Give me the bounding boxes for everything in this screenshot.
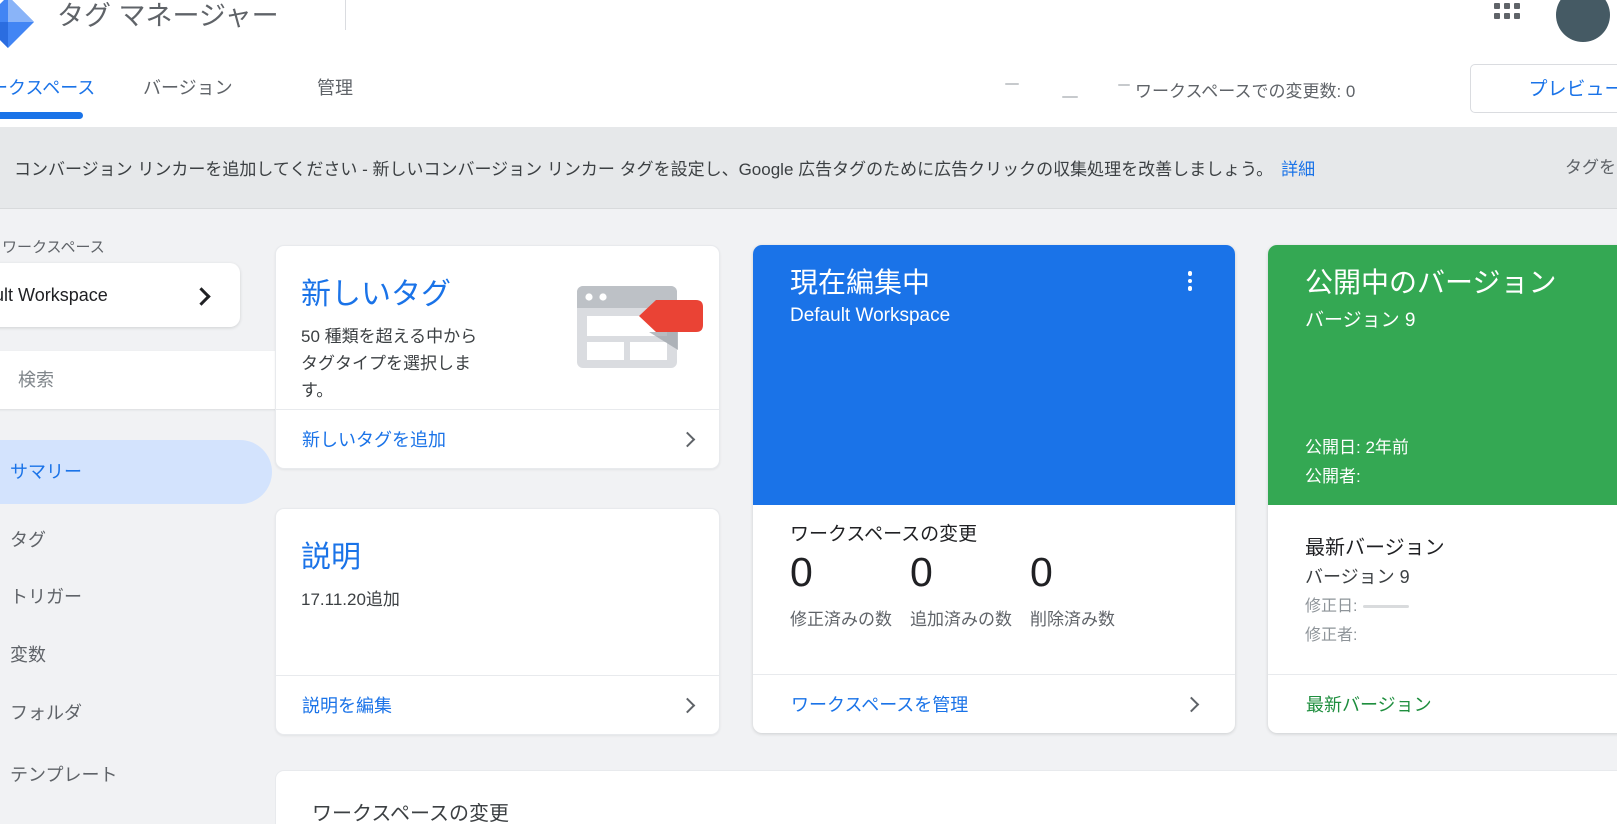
workspace-changes-table-title: ワークスペースの変更 [312,797,509,824]
sidebar-item-folders[interactable]: フォルダ [0,693,82,733]
tab-versions[interactable]: バージョン [143,74,233,100]
title-divider [345,0,346,30]
gtm-app: タグ マネージャー ワークスペース バージョン 管理 ワークスペースでの変更数:… [0,0,1617,824]
published-version-header: 公開中のバージョン バージョン 9 公開日: 2年前 公開者: [1268,245,1617,505]
modifier: 修正者: [1305,621,1410,650]
banner-add-tag-button[interactable]: タグを [1565,153,1616,178]
gtm-logo-icon[interactable] [0,0,42,53]
add-new-tag-link[interactable]: 新しいタグを追加 [302,426,446,452]
chevron-right-icon [192,287,210,305]
published-version-number: バージョン 9 [1305,305,1415,332]
latest-version-link[interactable]: 最新バージョン [1306,691,1432,717]
editing-card-footer[interactable]: ワークスペースを管理 [753,674,1235,733]
tab-workspace[interactable]: ワークスペース [0,74,95,100]
publisher: 公開者: [1305,462,1409,491]
description-footer[interactable]: 説明を編集 [276,675,719,734]
active-tab-underline [0,112,83,119]
chevron-right-icon [680,431,696,447]
preview-button[interactable]: プレビュー [1470,64,1617,113]
banner-text: コンバージョン リンカーを追加してください - 新しいコンバージョン リンカー … [14,155,1273,180]
modified-date: 修正日: [1305,592,1410,621]
redacted-text-artifact [1005,83,1019,85]
user-avatar[interactable] [1556,0,1610,42]
search-input[interactable] [0,351,320,409]
currently-editing-title: 現在編集中 [790,261,930,301]
banner-details-link[interactable]: 詳細 [1281,155,1315,180]
manage-workspace-link[interactable]: ワークスペースを管理 [791,691,968,717]
chevron-right-icon [680,697,696,713]
kebab-menu-icon[interactable] [1181,271,1199,297]
tab-admin[interactable]: 管理 [317,74,353,100]
sidebar-item-triggers[interactable]: トリガー [0,577,82,617]
workspace-selector-name: Default Workspace [0,263,108,327]
sidebar-section-label: ワークスペース [2,236,105,257]
redacted-text-artifact [1118,84,1130,86]
published-version-card: 公開中のバージョン バージョン 9 公開日: 2年前 公開者: 最新バージョン … [1268,245,1617,733]
published-date: 公開日: 2年前 [1305,433,1409,462]
workspace-selector[interactable]: Default Workspace [0,263,240,327]
redacted-text-artifact [1062,96,1078,98]
latest-version-number: バージョン 9 [1305,563,1410,592]
published-version-meta: 公開日: 2年前 公開者: [1305,433,1409,491]
edit-description-link[interactable]: 説明を編集 [302,692,392,718]
workspace-changes-table-card: ワークスペースの変更 [275,770,1617,824]
description-title: 説明 [301,532,719,576]
workspace-changes-count: ワークスペースでの変更数: 0 [1135,77,1355,102]
description-body: 17.11.20追加 [301,586,661,613]
sidebar-item-summary[interactable]: サマリー [0,440,272,504]
currently-editing-header: 現在編集中 Default Workspace [753,245,1235,505]
sidebar-item-templates[interactable]: テンプレート [0,755,117,795]
new-tag-card: 新しいタグ 50 種類を超える中からタグタイプを選択します。 新しいタグを [275,245,720,469]
new-tag-description: 50 種類を超える中からタグタイプを選択します。 [301,323,491,405]
published-card-footer[interactable]: 最新バージョン [1268,674,1617,733]
workspace-changes-title: ワークスペースの変更 [790,519,977,546]
stat-modified: 0 修正済みの数 [790,549,892,630]
sidebar-item-variables[interactable]: 変数 [0,635,46,675]
currently-editing-workspace: Default Workspace [790,305,950,327]
stat-added: 0 追加済みの数 [910,549,1012,630]
latest-version-title: 最新バージョン [1305,531,1445,560]
main-content: ワークスペース Default Workspace サマリー タグ トリガー 変… [0,208,1617,824]
new-tag-footer[interactable]: 新しいタグを追加 [276,409,719,468]
apps-grid-icon[interactable] [1494,0,1520,19]
notification-banner: コンバージョン リンカーを追加してください - 新しいコンバージョン リンカー … [0,127,1617,209]
currently-editing-card: 現在編集中 Default Workspace ワークスペースの変更 0 修正済… [753,245,1235,733]
app-title: タグ マネージャー [57,0,279,36]
top-bar: タグ マネージャー [0,0,1617,51]
tab-bar: ワークスペース バージョン 管理 ワークスペースでの変更数: 0 プレビュー [0,50,1617,128]
chevron-right-icon [1184,696,1200,712]
published-version-title: 公開中のバージョン [1305,261,1556,301]
redacted-text-artifact [1363,605,1409,608]
description-card: 説明 17.11.20追加 説明を編集 [275,508,720,735]
new-tag-illustration-icon [577,286,703,375]
stat-deleted: 0 削除済み数 [1030,549,1115,630]
sidebar-item-tags[interactable]: タグ [0,520,46,560]
